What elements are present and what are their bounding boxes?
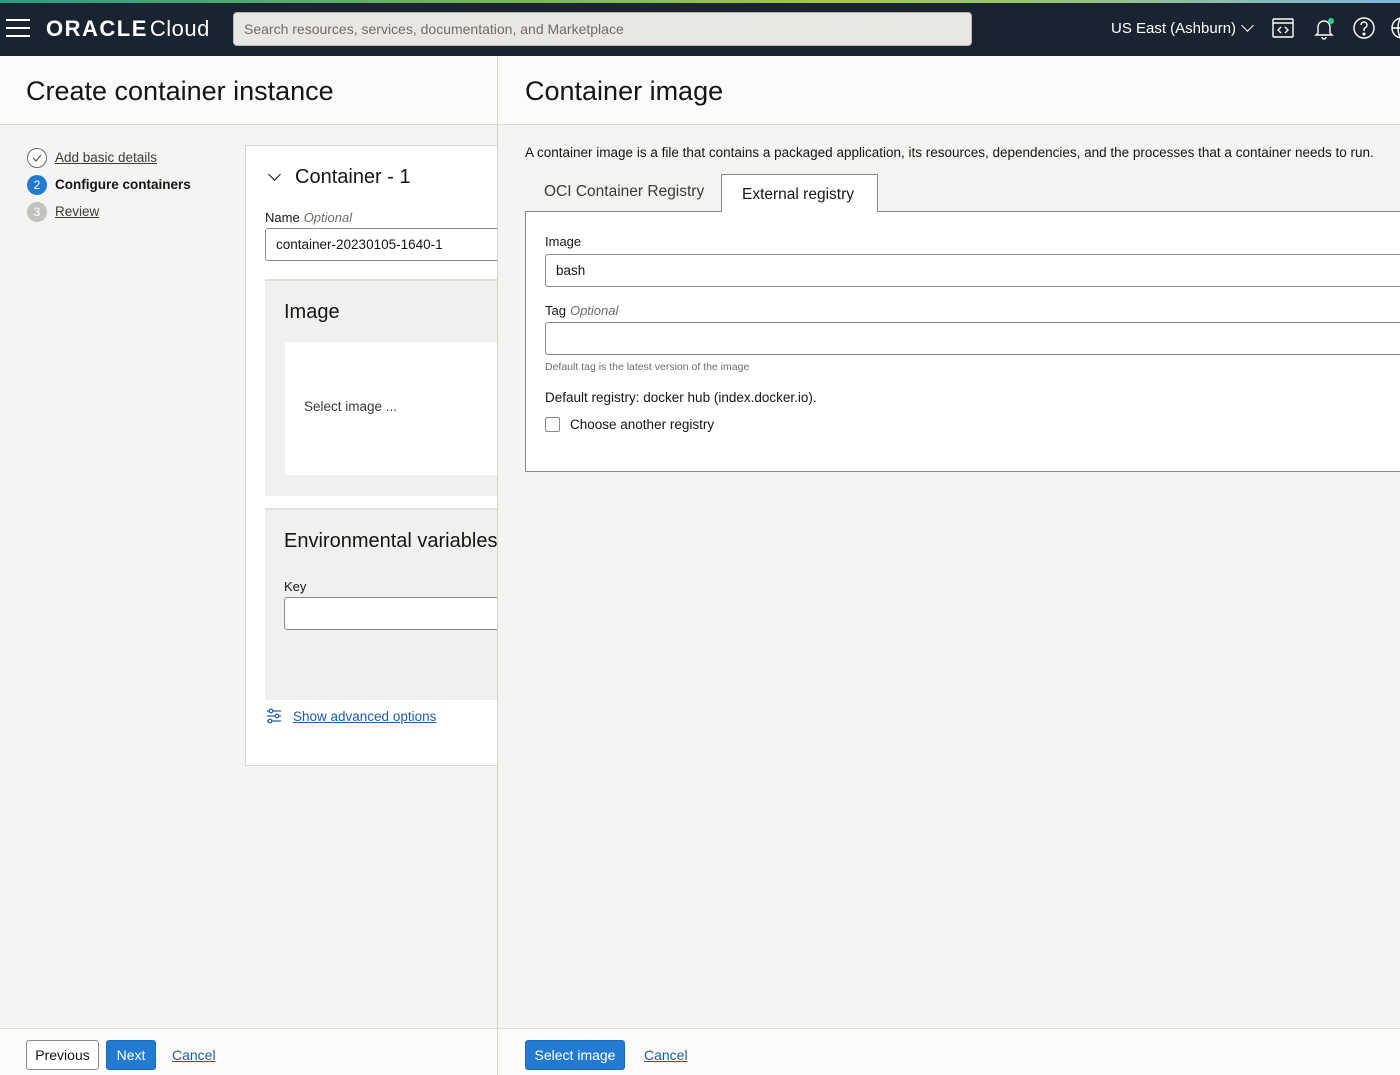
page-title: Create container instance xyxy=(26,76,334,106)
panel-footer: Select image Cancel xyxy=(498,1028,1400,1075)
select-image-button[interactable]: Select image xyxy=(525,1040,625,1070)
key-label: Key xyxy=(284,579,307,594)
optional-hint: Optional xyxy=(303,210,353,225)
panel-title: Container image xyxy=(525,76,724,106)
select-image-tile[interactable]: Select image ... xyxy=(285,342,498,475)
global-search-input[interactable] xyxy=(233,12,972,46)
notifications-bell-icon[interactable] xyxy=(1312,16,1336,40)
tab-external-registry[interactable]: External registry xyxy=(721,174,878,212)
code-editor-icon[interactable] xyxy=(1271,16,1295,40)
panel-cancel-link[interactable]: Cancel xyxy=(644,1047,688,1063)
tab-oci-container-registry[interactable]: OCI Container Registry xyxy=(544,183,704,201)
external-registry-form: Image TagOptional Default tag is the lat… xyxy=(525,211,1400,472)
top-navigation-bar: ORACLECloud US East (Ashburn) xyxy=(0,0,1400,56)
region-selector[interactable]: US East (Ashburn) xyxy=(1111,19,1254,37)
chevron-down-icon xyxy=(1241,19,1254,32)
panel-description: A container image is a file that contain… xyxy=(525,145,1374,160)
step-configure-containers: 2 Configure containers xyxy=(27,171,191,198)
checkbox-label: Choose another registry xyxy=(570,417,715,432)
image-section: Image Select image ... xyxy=(265,279,498,496)
logo-brand: ORACLE xyxy=(46,16,148,41)
step-link-review[interactable]: Review xyxy=(55,204,99,219)
hamburger-menu-icon[interactable] xyxy=(6,19,30,37)
container-name-input[interactable] xyxy=(265,228,498,261)
optional-hint: Optional xyxy=(569,303,619,318)
oracle-cloud-logo[interactable]: ORACLECloud xyxy=(46,16,210,42)
chevron-down-icon xyxy=(268,168,281,181)
topbar-accent-stripe xyxy=(0,0,1400,3)
step-link-basic-details[interactable]: Add basic details xyxy=(55,150,157,165)
image-heading: Image xyxy=(284,301,340,323)
tag-input[interactable] xyxy=(545,322,1400,355)
wizard-steps: Add basic details 2 Configure containers… xyxy=(27,144,191,225)
checkmark-icon xyxy=(27,147,47,168)
name-label: Name Optional xyxy=(265,210,352,225)
help-icon[interactable] xyxy=(1352,16,1376,40)
image-input[interactable] xyxy=(545,254,1400,287)
choose-another-registry-checkbox[interactable]: Choose another registry xyxy=(545,417,714,432)
show-advanced-options-link[interactable]: Show advanced options xyxy=(293,709,436,724)
default-registry-text: Default registry: docker hub (index.dock… xyxy=(545,390,817,405)
environment-variables-section: Environmental variables Key xyxy=(265,508,498,700)
name-label-text: Name xyxy=(265,210,300,225)
step-review[interactable]: 3 Review xyxy=(27,198,191,225)
page-footer: Previous Next Cancel xyxy=(0,1028,498,1075)
env-heading: Environmental variables xyxy=(284,530,498,552)
step-number-badge: 2 xyxy=(27,174,47,195)
tag-label: Tag Optional xyxy=(545,303,618,318)
step-add-basic-details[interactable]: Add basic details xyxy=(27,144,191,171)
previous-button[interactable]: Previous xyxy=(26,1040,99,1070)
advanced-options: Show advanced options xyxy=(265,707,436,725)
region-label: US East (Ashburn) xyxy=(1111,20,1237,37)
step-number-badge: 3 xyxy=(27,201,47,222)
container-card: Container - 1 NameOptional Image Select … xyxy=(245,145,498,766)
tag-help-text: Default tag is the latest version of the… xyxy=(545,361,750,373)
image-label: Image xyxy=(545,234,582,249)
env-key-input[interactable] xyxy=(284,597,498,630)
step-label-current: Configure containers xyxy=(55,177,191,192)
checkbox-box[interactable] xyxy=(545,417,560,432)
tag-label-text: Tag xyxy=(545,303,566,318)
container-title: Container - 1 xyxy=(295,166,411,188)
globe-icon[interactable] xyxy=(1390,16,1400,40)
page-header: Create container instance xyxy=(0,56,498,125)
panel-header: Container image xyxy=(498,56,1400,125)
logo-product: Cloud xyxy=(149,16,210,41)
container-image-panel: Container image A container image is a f… xyxy=(498,56,1400,1075)
container-section-toggle[interactable]: Container - 1 xyxy=(266,166,411,189)
next-button[interactable]: Next xyxy=(106,1040,156,1070)
sliders-icon xyxy=(267,708,281,724)
cancel-link[interactable]: Cancel xyxy=(172,1047,216,1063)
select-image-text: Select image ... xyxy=(304,399,398,414)
